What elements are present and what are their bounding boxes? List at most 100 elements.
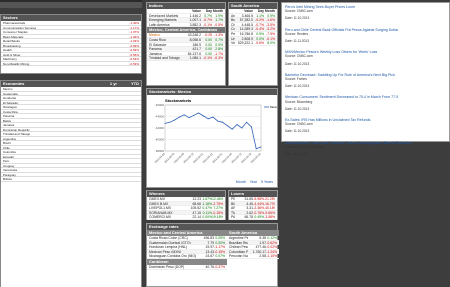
data-point (241, 127, 243, 129)
row-name: El Salvador (149, 42, 167, 47)
economy-1yr (95, 177, 117, 181)
economy-1yr (95, 123, 117, 127)
table-row[interactable]: Trinidad and Tobago 1,086.1 -0.1% -0.3% (147, 56, 225, 61)
economy-name: Chile (3, 145, 10, 150)
sector-value: -1.17% (129, 25, 139, 30)
news-item: Bachelor Decrease. Saddling Up For Rule … (282, 71, 449, 94)
tab-year[interactable]: Year (250, 180, 257, 184)
row-name: Argentine Peso (ARS) (229, 236, 248, 240)
row-day: 0.5% (256, 31, 264, 36)
row-day: 0.00 (205, 51, 212, 56)
row-value: 7.79 (207, 240, 214, 245)
sector-value: -0.53% (129, 61, 139, 66)
economy-1yr (95, 87, 117, 91)
row-day: -0.02% (266, 245, 277, 249)
economy-1yr (95, 146, 117, 150)
sector-name: Basic Materials (3, 34, 24, 39)
economy-name: Argentina (3, 136, 16, 141)
row-day: 0.00 (205, 37, 212, 42)
news-date: Date: 11.10.2013 (285, 61, 310, 66)
row-month: -21.25% (264, 197, 275, 201)
economy-name: Panama (3, 114, 15, 118)
row-month: -3.58% (264, 215, 275, 219)
economy-ytd (117, 123, 139, 127)
row-month: -0.3% (214, 56, 223, 60)
economy-name: Peru (3, 159, 10, 163)
row-name: Colombian Peso (COP) (229, 249, 248, 254)
economy-1yr (95, 159, 117, 163)
row-value: 1.97 (259, 240, 266, 245)
row-day: 0.00% (202, 215, 212, 219)
news-source: Source: Bloomberg (285, 99, 313, 104)
economy-ytd (117, 105, 139, 109)
sector-row[interactable]: Non-Metallic Mining -0.53% (1, 61, 141, 66)
news-date: Date: 11.10.2013 (285, 16, 310, 21)
row-value: 22.14 (192, 215, 202, 219)
economies-panel: Economies 1 yr YTD Mexico Guatemala Hondur… (0, 80, 142, 287)
sector-value: -0.59% (129, 48, 139, 52)
news-source: Source: Labor and Finance (285, 144, 324, 149)
stockmarkets-chart: Stockmarkets4600044000420004000038000201… (153, 98, 277, 164)
sector-name: Retail Banks (3, 39, 20, 43)
fx-right: South America Argentine Peso (ARS)5.380.… (227, 230, 279, 270)
row-value: 1,086.1 (189, 56, 201, 60)
econ-col-ytd: YTD (131, 81, 139, 86)
row-month: 0.0% (215, 42, 223, 47)
news-source: Source: Forbes (285, 77, 307, 82)
tab-5-years[interactable]: 5 Years (261, 180, 273, 184)
row-value: 24.67 (205, 254, 215, 258)
stockmarkets-chart-panel: Stockmarkets: Mexico Stockmarkets 46000 44… (146, 88, 278, 188)
row-name: GMEX.MX (149, 197, 166, 201)
left-column: Sectors Pharmaceuticals -1.40% Communicati… (0, 0, 142, 287)
sector-name: Broadcasting (3, 43, 21, 48)
row-month: -1.3% (214, 33, 223, 37)
row-value: 3,882.3 (189, 22, 201, 27)
data-point (169, 121, 171, 123)
left-top-header (0, 2, 142, 8)
data-point (260, 146, 262, 148)
row-month: 7.27% (213, 206, 223, 210)
row-value: 12.23 (192, 197, 202, 201)
news-item: MXN/Mexico Pesos's Weekly Loss Others fo… (282, 48, 449, 71)
economy-1yr (95, 150, 117, 154)
economy-name: Honduras (3, 96, 17, 100)
economy-ytd (117, 96, 139, 100)
table-row[interactable]: Peruvian Nuevo Sol (PEN) 2.58-1.10% (227, 254, 279, 259)
south-america-panel: South America Value Day Month Argentina3… (228, 2, 278, 86)
sector-name: Non-Metallic Mining (3, 61, 30, 66)
indices-col-month: Month (212, 9, 223, 13)
row-value: 57,282.0 (239, 18, 253, 22)
row-day: 0.12% (267, 236, 277, 240)
row-name: Mexican Peso (MXN) (149, 249, 182, 254)
row-month: 8.0% (267, 41, 275, 45)
y-tick-label: 42000 (156, 126, 165, 130)
indices-col-day: Day (205, 9, 212, 13)
sa-col-day: Day (257, 9, 264, 13)
table-row[interactable]: Venezuela529,222.1-0.6%8.0% (229, 41, 277, 46)
tab-month[interactable]: Month (236, 180, 246, 184)
row-day: -1.24% (266, 249, 277, 254)
row-value: 496.83 (203, 236, 214, 240)
economy-ytd (117, 177, 139, 181)
row-value: 4,448.5 (241, 22, 253, 27)
row-day: 0.07% (215, 254, 225, 258)
news-source: Source: CNBC.com (285, 122, 313, 127)
indices-panel: Indices Value Day Month Developed Market… (146, 2, 226, 86)
economy-1yr (95, 105, 117, 109)
economy-row[interactable]: Bolivia (1, 177, 141, 182)
row-name: Chilean Peso (CLP) (229, 245, 248, 249)
economy-ytd (117, 164, 139, 168)
table-row[interactable]: PAXBULIS.MX66.780.49%-3.58% (229, 215, 277, 220)
row-month: -2.75% (212, 201, 223, 206)
losers-panel: Losers PEÑOLES.MX31.65-5.98%-21.25%BIC.M… (228, 190, 278, 220)
data-point (246, 121, 248, 123)
economy-name: Nicaragua (3, 105, 17, 109)
economy-name: Dominican Republic (3, 127, 30, 132)
table-row[interactable]: COMERCI.MX 22.14 0.00% 19.18% (147, 215, 225, 220)
table-row[interactable]: Dominican Peso (DOP) 40.76 -0.37% (147, 265, 227, 270)
row-value: 2,808.9 (241, 36, 253, 41)
row-value: 47.15 (192, 210, 202, 215)
sector-value: -1.40% (129, 21, 139, 25)
row-month: -9.66% (264, 210, 275, 215)
row-day: 0.47% (202, 206, 212, 210)
